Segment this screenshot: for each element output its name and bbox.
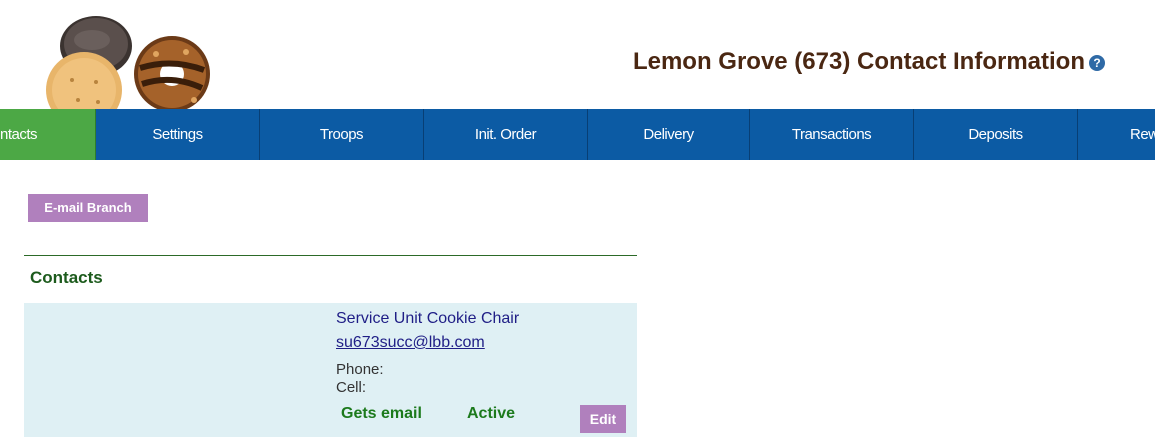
tab-delivery[interactable]: Delivery xyxy=(588,109,750,160)
edit-contact-button[interactable]: Edit xyxy=(580,405,626,433)
tab-contacts[interactable]: ntacts xyxy=(0,109,96,160)
tab-settings[interactable]: Settings xyxy=(96,109,260,160)
tab-rewards[interactable]: Rew xyxy=(1078,109,1155,160)
contact-phone-label: Phone: xyxy=(336,361,384,378)
contacts-heading: Contacts xyxy=(30,268,103,287)
main-nav: ntacts Settings Troops Init. Order Deliv… xyxy=(0,109,1155,160)
contact-card: Service Unit Cookie Chair su673succ@lbb.… xyxy=(24,303,637,437)
section-divider xyxy=(24,255,637,256)
cookies-logo xyxy=(46,16,210,112)
help-icon[interactable]: ? xyxy=(1089,55,1105,71)
email-branch-button[interactable]: E-mail Branch xyxy=(28,194,148,222)
contact-email-link[interactable]: su673succ@lbb.com xyxy=(336,334,485,352)
tab-troops[interactable]: Troops xyxy=(260,109,424,160)
tab-deposits[interactable]: Deposits xyxy=(914,109,1078,160)
contact-role: Service Unit Cookie Chair xyxy=(336,310,520,327)
active-status: Active xyxy=(467,405,516,422)
contact-cell-label: Cell: xyxy=(336,379,367,396)
tab-init-order[interactable]: Init. Order xyxy=(424,109,588,160)
page-title: Lemon Grove (673) Contact Information xyxy=(632,48,1085,75)
gets-email-status: Gets email xyxy=(341,405,422,422)
tab-transactions[interactable]: Transactions xyxy=(750,109,914,160)
